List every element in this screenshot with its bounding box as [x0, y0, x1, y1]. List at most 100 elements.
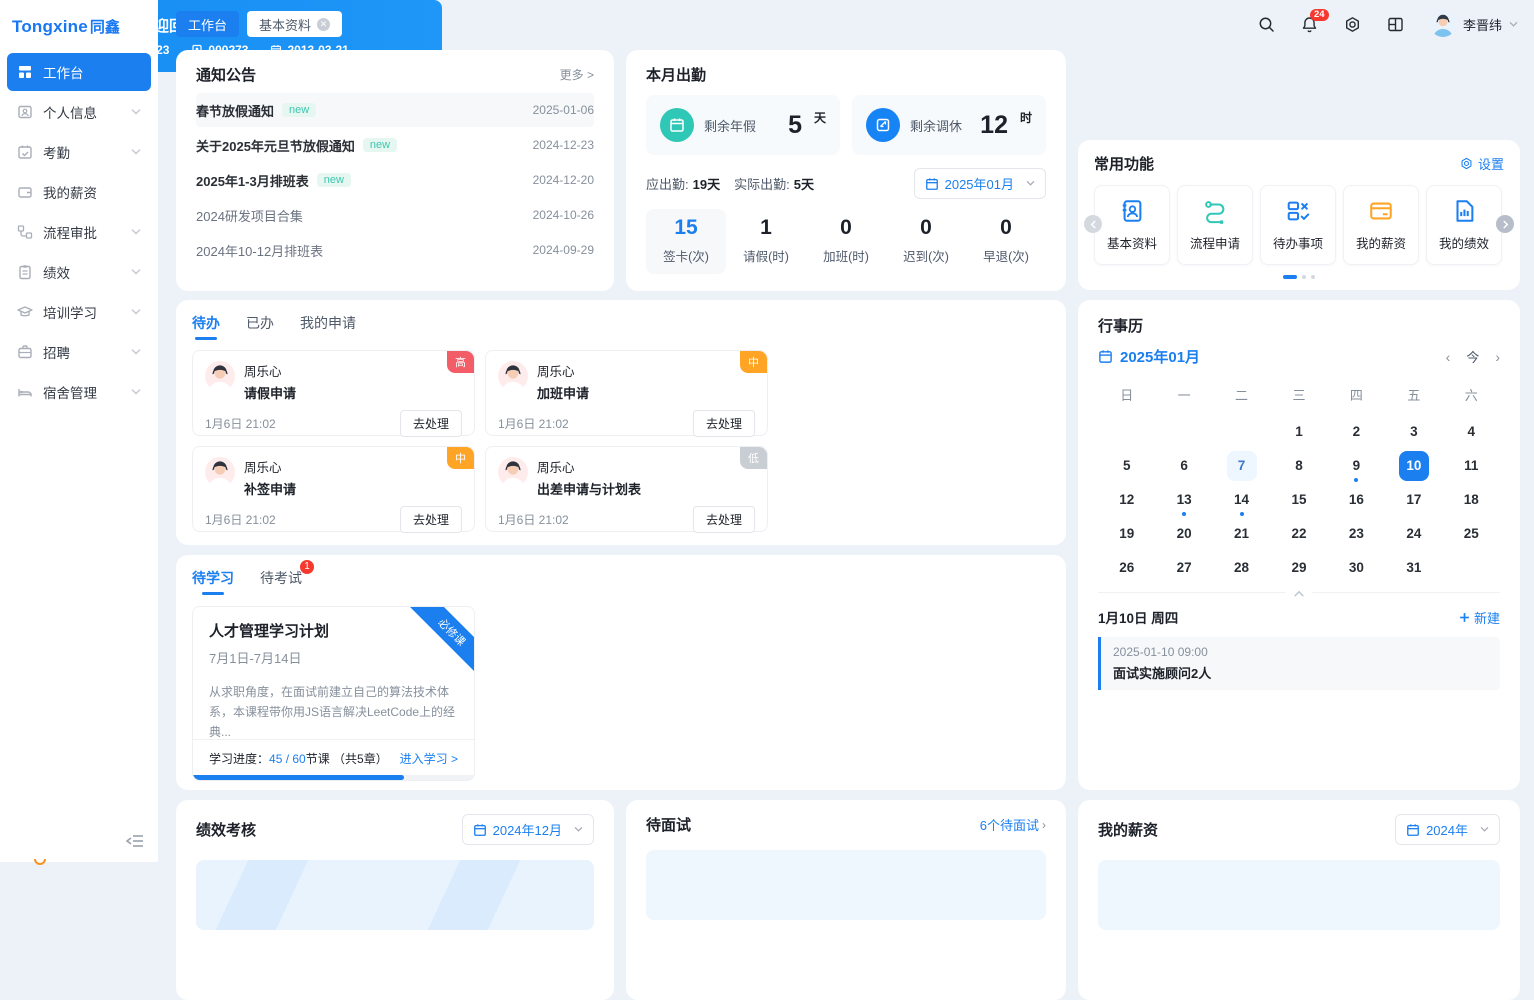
calendar-day[interactable]: 7	[1213, 449, 1270, 482]
notice-item[interactable]: 春节放假通知 new 2025-01-06	[196, 93, 594, 127]
settings-gear-icon[interactable]	[1344, 16, 1361, 33]
chevron-up-icon[interactable]	[1286, 586, 1313, 604]
quick-cards: 基本资料 流程申请 待办事项 我的薪资 我的绩效	[1094, 185, 1504, 265]
sidebar-item-workbench[interactable]: 工作台	[7, 53, 151, 91]
carousel-dot[interactable]	[1302, 275, 1306, 279]
tab-to-exam[interactable]: 待考试 1	[260, 568, 302, 595]
calendar-day[interactable]: 3	[1385, 415, 1442, 448]
calendar-day[interactable]: 15	[1270, 483, 1327, 516]
more-link[interactable]: 更多 >	[560, 66, 594, 83]
quick-card-my-salary[interactable]: 我的薪资	[1343, 185, 1419, 265]
learning-card[interactable]: 必修课 人才管理学习计划 7月1日-7月14日 从求职角度，在面试前建立自己的算…	[192, 606, 475, 781]
calendar-day[interactable]: 2	[1328, 415, 1385, 448]
sidebar-item-dormitory[interactable]: 宿舍管理	[7, 373, 151, 411]
stat-early-leave[interactable]: 0早退(次)	[966, 209, 1046, 274]
calendar-day[interactable]: 28	[1213, 551, 1270, 584]
calendar-day[interactable]: 5	[1098, 449, 1155, 482]
handle-button[interactable]: 去处理	[400, 506, 462, 533]
apps-grid-icon[interactable]	[1387, 16, 1404, 33]
tab-basic-profile[interactable]: 基本资料 ✕	[247, 11, 342, 37]
calendar-month-select[interactable]: 2025年01月	[1098, 346, 1200, 367]
calendar-prev-icon[interactable]: ‹	[1446, 349, 1451, 365]
search-icon[interactable]	[1258, 16, 1275, 33]
calendar-day[interactable]: 30	[1328, 551, 1385, 584]
calendar-day[interactable]: 11	[1443, 449, 1500, 482]
panel-title: 我的薪资	[1098, 819, 1158, 840]
sidebar-item-performance[interactable]: 绩效	[7, 253, 151, 291]
calendar-day[interactable]: 14	[1213, 483, 1270, 516]
calendar-today-button[interactable]: 今	[1466, 347, 1479, 366]
tab-done[interactable]: 已办	[246, 313, 274, 340]
calendar-day[interactable]: 26	[1098, 551, 1155, 584]
calendar-day[interactable]: 8	[1270, 449, 1327, 482]
sidebar-item-recruitment[interactable]: 招聘	[7, 333, 151, 371]
tab-my-applications[interactable]: 我的申请	[300, 313, 356, 340]
perf-month-select[interactable]: 2024年12月	[462, 814, 594, 845]
calendar-day[interactable]: 20	[1155, 517, 1212, 550]
user-menu[interactable]: 李晋纬	[1430, 11, 1518, 37]
handle-button[interactable]: 去处理	[693, 410, 755, 437]
tab-to-learn[interactable]: 待学习	[192, 568, 234, 595]
calendar-day[interactable]: 17	[1385, 483, 1442, 516]
tab-todo[interactable]: 待办	[192, 313, 220, 340]
calendar-day[interactable]: 1	[1270, 415, 1327, 448]
calendar-day[interactable]: 6	[1155, 449, 1212, 482]
top-bar: 工作台 基本资料 ✕ 24 李晋纬	[158, 0, 1534, 48]
calendar-day[interactable]: 31	[1385, 551, 1442, 584]
calendar-day[interactable]: 23	[1328, 517, 1385, 550]
calendar-day[interactable]: 19	[1098, 517, 1155, 550]
calendar-day[interactable]: 10	[1385, 449, 1442, 482]
calendar-day[interactable]: 29	[1270, 551, 1327, 584]
notice-item[interactable]: 2024研发项目合集 2024-10-26	[196, 198, 594, 232]
sidebar-item-workflow-approval[interactable]: 流程审批	[7, 213, 151, 251]
quick-card-flow-apply[interactable]: 流程申请	[1177, 185, 1253, 265]
calendar-day[interactable]: 27	[1155, 551, 1212, 584]
calendar-day[interactable]: 4	[1443, 415, 1500, 448]
salary-year-select[interactable]: 2024年	[1395, 814, 1500, 845]
notice-item[interactable]: 2025年1-3月排班表 new 2024-12-20	[196, 163, 594, 197]
carousel-next-icon[interactable]	[1496, 215, 1514, 233]
calendar-day[interactable]: 16	[1328, 483, 1385, 516]
pending-interviews-link[interactable]: 6个待面试›	[980, 815, 1046, 834]
notice-item[interactable]: 关于2025年元旦节放假通知 new 2024-12-23	[196, 128, 594, 162]
new-event-button[interactable]: 新建	[1459, 608, 1500, 627]
notification-bell-icon[interactable]: 24	[1301, 16, 1318, 33]
quick-card-todo-items[interactable]: 待办事项	[1260, 185, 1336, 265]
sidebar-item-attendance[interactable]: 考勤	[7, 133, 151, 171]
sidebar-collapse-icon[interactable]	[126, 834, 144, 848]
sidebar-item-personal-info[interactable]: 个人信息	[7, 93, 151, 131]
avatar	[498, 457, 528, 487]
calendar-day[interactable]: 24	[1385, 517, 1442, 550]
calendar-day[interactable]: 21	[1213, 517, 1270, 550]
calendar-day[interactable]: 9	[1328, 449, 1385, 482]
calendar-day[interactable]: 12	[1098, 483, 1155, 516]
brand-name-en: Tongxine	[12, 17, 88, 37]
carousel-dot[interactable]	[1283, 275, 1297, 279]
tab-workbench[interactable]: 工作台	[176, 11, 239, 37]
sidebar-item-my-salary[interactable]: 我的薪资	[7, 173, 151, 211]
event-title: 面试实施顾问2人	[1113, 663, 1488, 682]
stat-overtime[interactable]: 0加班(时)	[806, 209, 886, 274]
settings-link[interactable]: 设置	[1460, 154, 1504, 173]
stat-leave[interactable]: 1请假(时)	[726, 209, 806, 274]
notice-item[interactable]: 2024年10-12月排班表 2024-09-29	[196, 233, 594, 267]
handle-button[interactable]: 去处理	[693, 506, 755, 533]
enter-learning-link[interactable]: 进入学习 >	[400, 750, 458, 767]
stat-checkins[interactable]: 15签卡(次)	[646, 209, 726, 274]
handle-button[interactable]: 去处理	[400, 410, 462, 437]
quick-card-basic-profile[interactable]: 基本资料	[1094, 185, 1170, 265]
carousel-dot[interactable]	[1311, 275, 1315, 279]
calendar-day[interactable]: 22	[1270, 517, 1327, 550]
sidebar-item-training[interactable]: 培训学习	[7, 293, 151, 331]
close-icon[interactable]: ✕	[317, 18, 330, 31]
month-select[interactable]: 2025年01月	[914, 168, 1046, 199]
calendar-next-icon[interactable]: ›	[1495, 349, 1500, 365]
calendar-day[interactable]: 25	[1443, 517, 1500, 550]
quick-card-my-performance[interactable]: 我的绩效	[1426, 185, 1502, 265]
carousel-prev-icon[interactable]	[1084, 215, 1102, 233]
stat-late[interactable]: 0迟到(次)	[886, 209, 966, 274]
calendar-day[interactable]: 18	[1443, 483, 1500, 516]
workflow-icon	[17, 224, 33, 240]
calendar-day[interactable]: 13	[1155, 483, 1212, 516]
calendar-event[interactable]: 2025-01-10 09:00 面试实施顾问2人	[1098, 637, 1500, 690]
